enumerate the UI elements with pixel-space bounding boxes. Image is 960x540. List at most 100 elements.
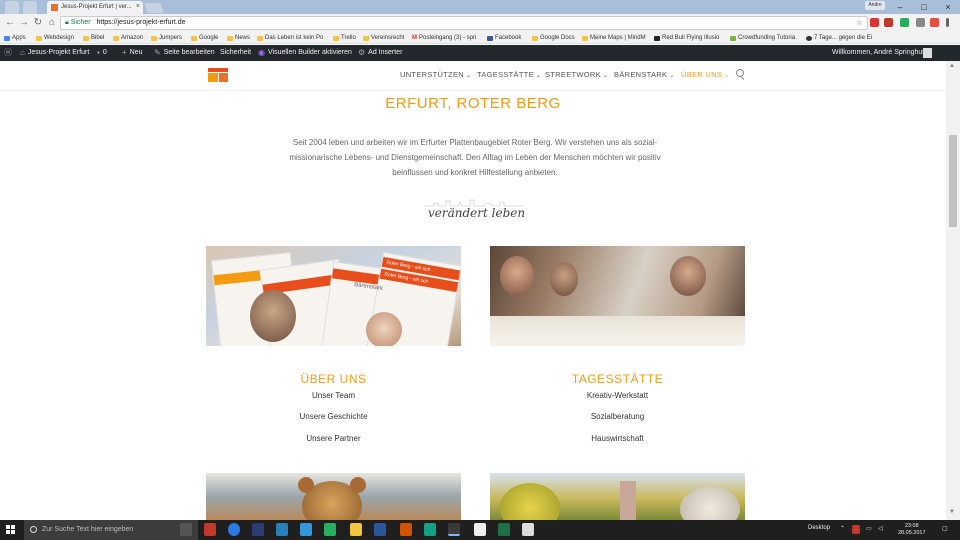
extension-icon[interactable] — [870, 18, 879, 27]
reload-icon[interactable]: ↻ — [32, 17, 44, 29]
word-icon[interactable] — [374, 523, 386, 536]
back-icon[interactable]: ← — [4, 17, 16, 29]
profile-badge[interactable]: Andre — [865, 1, 885, 10]
browser-tab[interactable] — [5, 1, 19, 14]
taskbar-app-icon[interactable] — [228, 523, 240, 536]
file-explorer-icon[interactable] — [350, 523, 362, 536]
minimize-button[interactable]: – — [890, 1, 910, 13]
bookmark-item[interactable]: Red Bull Flying Illusio — [654, 34, 719, 42]
folder-icon — [113, 35, 119, 41]
taskbar-app-icon[interactable] — [300, 523, 312, 536]
search-icon[interactable] — [736, 69, 744, 77]
new-tab-button[interactable] — [144, 3, 164, 13]
link-hauswirtschaft[interactable]: Hauswirtschaft — [490, 434, 745, 443]
bookmark-item[interactable]: Jumpers — [151, 34, 182, 42]
taskbar-app-icon[interactable] — [276, 523, 288, 536]
forward-icon[interactable]: → — [18, 17, 30, 29]
chrome-icon[interactable] — [448, 523, 460, 536]
bookmark-item[interactable]: Bibel — [83, 34, 104, 42]
bookmark-item[interactable]: News — [227, 34, 250, 42]
folder-icon — [191, 35, 197, 41]
scroll-up-icon[interactable]: ▲ — [949, 63, 955, 69]
site-logo[interactable] — [208, 68, 228, 82]
bookmark-item[interactable]: Webdesign — [36, 34, 74, 42]
bookmark-star-icon[interactable]: ☆ — [856, 17, 863, 29]
admin-site-link[interactable]: ⌂ Jesus-Projekt Erfurt — [20, 49, 89, 57]
plus-icon: + — [122, 48, 127, 57]
taskbar-app-icon[interactable] — [424, 523, 436, 536]
taskbar-app-icon[interactable] — [474, 523, 486, 536]
excel-icon[interactable] — [498, 523, 510, 536]
admin-edit-page-link[interactable]: ✎ Seite bearbeiten — [154, 49, 215, 57]
notifications-icon[interactable]: ▢ — [942, 525, 948, 532]
taskbar-app-icon[interactable] — [522, 523, 534, 536]
menu-item-ueber-uns[interactable]: ÜBER UNS ⌄ — [681, 70, 729, 79]
address-bar[interactable]: 🔒︎ Sicher https://jesus-projekt-erfurt.d… — [60, 16, 868, 30]
avatar[interactable] — [923, 48, 932, 58]
link-kreativ-werkstatt[interactable]: Kreativ-Werkstatt — [490, 391, 745, 400]
scroll-thumb[interactable] — [949, 135, 957, 227]
admin-security-link[interactable]: Sicherheit — [220, 49, 251, 57]
menu-item-tagesstaette[interactable]: TAGESSTÄTTE ⌄ — [477, 70, 541, 79]
bookmark-item[interactable]: 7 Tage... gegen die Ei — [806, 34, 872, 42]
bookmark-item[interactable]: Google — [191, 34, 218, 42]
taskbar-app-icon[interactable] — [324, 523, 336, 536]
browser-menu-icon[interactable] — [946, 18, 949, 27]
home-icon[interactable]: ⌂ — [46, 17, 58, 29]
bookmark-item[interactable]: Crowdfunding Tutoria — [730, 34, 795, 42]
gear-icon: ⚙ — [358, 48, 366, 57]
admin-new-link[interactable]: + Neu — [122, 49, 143, 57]
redbull-icon — [654, 35, 660, 41]
taskbar-app-icon[interactable] — [400, 523, 412, 536]
extension-icon[interactable] — [916, 18, 925, 27]
extension-icon[interactable] — [930, 18, 939, 27]
browser-tab[interactable] — [23, 1, 37, 14]
menu-item-baerenstark[interactable]: BÄRENSTARK ⌄ — [614, 70, 675, 79]
link-sozialberatung[interactable]: Sozialberatung — [490, 412, 745, 421]
system-clock[interactable]: 23:08 28.05.2017 — [898, 523, 926, 537]
admin-ad-inserter-link[interactable]: ⚙ Ad Inserter — [358, 49, 402, 57]
taskbar-search-input[interactable]: Zur Suche Text hier eingeben — [24, 520, 198, 540]
extension-icon[interactable] — [884, 18, 893, 27]
page-scrollbar[interactable]: ▲ ▼ — [946, 61, 960, 520]
bookmark-item[interactable]: Google Docs — [532, 34, 575, 42]
close-window-button[interactable]: × — [938, 1, 958, 13]
folder-icon — [582, 35, 588, 41]
tray-chevron-icon[interactable]: ⌃ — [840, 525, 845, 532]
bookmark-item[interactable]: Facebook — [487, 34, 521, 42]
bookmark-item[interactable]: Apps — [4, 34, 26, 42]
menu-item-unterstuetzen[interactable]: UNTERSTÜTZEN ⌄ — [400, 70, 471, 79]
wordpress-icon: ⓦ — [4, 48, 12, 57]
browser-tab-active[interactable]: Jesus-Projekt Erfurt | ver... × — [47, 1, 143, 14]
extension-icon[interactable] — [900, 18, 909, 27]
admin-builder-link[interactable]: ◉ Visuellen Builder aktivieren — [258, 49, 352, 57]
bookmark-item[interactable]: Meine Maps | MindM — [582, 34, 646, 42]
link-unser-team[interactable]: Unser Team — [206, 391, 461, 400]
admin-welcome-link[interactable]: Willkommen, André Springhut — [832, 49, 924, 57]
bookmark-item[interactable]: Amazon — [113, 34, 143, 42]
maximize-button[interactable]: □ — [914, 1, 934, 13]
network-icon[interactable]: ▭ — [866, 525, 872, 532]
site-header: UNTERSTÜTZEN ⌄ TAGESSTÄTTE ⌄ STREETWORK ⌄ B… — [0, 61, 960, 91]
wordpress-logo-button[interactable]: ⓦ — [4, 49, 12, 57]
link-unsere-geschichte[interactable]: Unsere Geschichte — [206, 412, 461, 421]
photoshop-icon[interactable] — [252, 523, 264, 536]
scroll-down-icon[interactable]: ▼ — [949, 509, 955, 515]
desktop-toolbar-label[interactable]: Desktop — [808, 525, 830, 531]
taskbar-app-icon[interactable] — [204, 523, 216, 536]
bookmark-item[interactable]: M Posteingang (3) - spri — [412, 34, 476, 42]
url-text: https://jesus-projekt-erfurt.de — [96, 19, 186, 26]
close-tab-icon[interactable]: × — [136, 3, 140, 10]
menu-item-streetwork[interactable]: STREETWORK ⌄ — [545, 70, 608, 79]
photo-bear-mascot — [206, 473, 461, 520]
windows-start-icon[interactable] — [6, 525, 16, 535]
bookmark-item[interactable]: Trello — [333, 34, 356, 42]
task-view-icon[interactable] — [180, 523, 192, 536]
admin-comments-link[interactable]: ▪ 0 — [97, 49, 107, 57]
tray-app-icon[interactable] — [852, 525, 860, 534]
bookmark-item[interactable]: Das Leben ist kein Po — [257, 34, 323, 42]
page-content: ERFURT, ROTER BERG Seit 2004 leben und a… — [0, 91, 946, 520]
link-unsere-partner[interactable]: Unsere Partner — [206, 434, 461, 443]
bookmark-item[interactable]: Vereinsrecht — [363, 34, 404, 42]
volume-icon[interactable]: ◁ — [878, 525, 883, 532]
